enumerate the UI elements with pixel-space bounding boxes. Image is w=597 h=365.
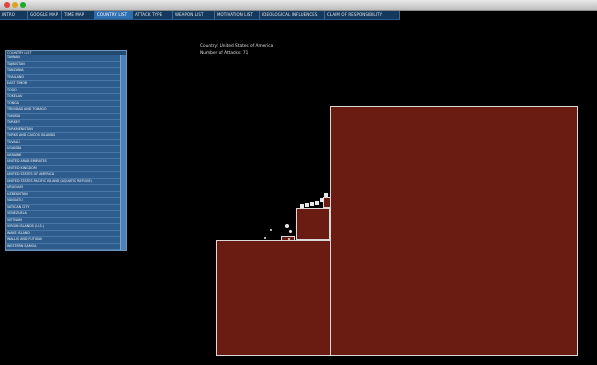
- menu-weapon-list[interactable]: WEAPON LIST: [173, 11, 215, 19]
- menu-google-map[interactable]: GOOGLE MAP: [28, 11, 62, 19]
- top-menu: INTRO GOOGLE MAP TIME MAP COUNTRY LIST A…: [0, 11, 400, 20]
- country-info: Country: United States of America Number…: [200, 43, 273, 57]
- zoom-window-icon[interactable]: [20, 2, 26, 8]
- window-titlebar: [0, 0, 597, 11]
- country-name-label: Country: United States of America: [200, 44, 274, 49]
- minimize-window-icon[interactable]: [12, 2, 18, 8]
- attack-marker[interactable]: [305, 203, 309, 207]
- attack-rect[interactable]: [216, 240, 331, 356]
- attack-marker[interactable]: [324, 193, 328, 197]
- attack-count-label: Number of Attacks: 71: [200, 51, 249, 56]
- country-list-panel: COUNTRY LIST TAIWAN TAJIKISTAN TANZANIA …: [5, 50, 127, 251]
- menu-attack-type[interactable]: ATTACK TYPE: [133, 11, 173, 19]
- attack-marker[interactable]: [270, 229, 272, 231]
- attack-rect[interactable]: [296, 208, 330, 240]
- attack-rect[interactable]: [330, 106, 578, 356]
- attack-marker[interactable]: [320, 198, 324, 202]
- menu-country-list[interactable]: COUNTRY LIST: [95, 11, 133, 19]
- close-window-icon[interactable]: [4, 2, 10, 8]
- menu-intro[interactable]: INTRO: [0, 11, 28, 19]
- attack-marker[interactable]: [289, 230, 292, 233]
- menu-motivation-list[interactable]: MOTIVATION LIST: [215, 11, 260, 19]
- attack-marker[interactable]: [264, 237, 266, 239]
- country-list: TAIWAN TAJIKISTAN TANZANIA THAILAND EAST…: [6, 55, 120, 250]
- menu-claim-of-responsibility[interactable]: CLAIM OF RESPONSIBILITY: [325, 11, 400, 19]
- country-item[interactable]: WESTERN SAMOA: [6, 244, 120, 250]
- attack-rect[interactable]: [323, 197, 331, 208]
- attack-marker[interactable]: [288, 238, 290, 240]
- menu-ideological-influences[interactable]: IDEOLOGICAL INFLUENCES: [260, 11, 325, 19]
- menu-time-map[interactable]: TIME MAP: [62, 11, 95, 19]
- country-list-scrollbar[interactable]: [120, 55, 126, 250]
- attack-marker[interactable]: [285, 224, 289, 228]
- attack-marker[interactable]: [300, 204, 304, 208]
- attack-marker[interactable]: [310, 202, 314, 206]
- attack-marker[interactable]: [315, 201, 319, 205]
